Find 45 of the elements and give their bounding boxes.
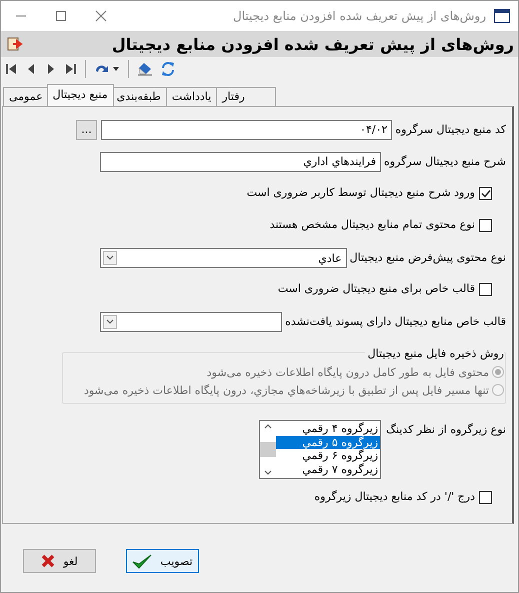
checkbox-label: نوع محتوی تمام منابع دیجیتال مشخص هستند (270, 217, 475, 231)
approve-button[interactable]: تصویب (126, 549, 199, 573)
field-label: نوع زیرگروه از نظر کدینگ (386, 422, 506, 438)
tab[interactable]: عمومی (3, 87, 49, 106)
tab[interactable]: رفتار (216, 87, 276, 106)
field-label: کد منبع دیجیتال سرگروه (395, 122, 506, 136)
radio-label: محتوی فایل به طور کامل درون پایگاه اطلاعات ذخیره می‌شود (206, 366, 489, 378)
maximize-icon[interactable] (55, 10, 67, 22)
field-label: قالب خاص منابع دیجیتال دارای پسوند یافت‌نشده (285, 314, 506, 328)
cancel-button[interactable]: لغو (23, 549, 96, 573)
field-label: شرح منبع دیجیتال سرگروه (384, 154, 506, 168)
list-item[interactable]: زیرگروه ۵ رقمي (276, 436, 380, 449)
header-title: روش‌های از پیش تعریف شده افزودن منابع دیجیتال (112, 34, 514, 54)
checkbox[interactable] (479, 187, 492, 200)
first-record-icon[interactable] (5, 63, 17, 75)
dropdown-field[interactable] (100, 312, 282, 332)
list-box[interactable]: زیرگروه ۴ رقمي زیرگروه ۵ رقمي زیرگروه ۶ رقمي زیرگروه ۷ رقمي (259, 420, 382, 479)
list-item[interactable]: زیرگروه ۷ رقمي (276, 462, 380, 476)
dropdown-field[interactable]: عادي (100, 248, 347, 268)
scroll-down-icon[interactable] (264, 470, 272, 475)
checkbox[interactable] (479, 491, 492, 504)
exit-icon[interactable] (7, 37, 23, 51)
checkbox-label: ورود شرح منبع دیجیتال توسط کاربر ضروری است (246, 185, 475, 199)
group-title: روش ذخیره فایل منبع دیجیتال (364, 347, 504, 360)
browse-button[interactable]: ... (76, 120, 97, 140)
tab[interactable]: منبع دیجیتال (46, 84, 114, 106)
close-icon[interactable] (95, 10, 107, 22)
refresh-icon[interactable] (161, 62, 175, 76)
eraser-icon[interactable] (137, 62, 153, 76)
checkbox[interactable] (479, 219, 492, 232)
checkbox-label: درج '/' در کد منابع دیجیتال زیرگروه (314, 489, 475, 503)
window-icon (494, 9, 510, 23)
check-icon (132, 553, 152, 569)
scroll-up-icon[interactable] (264, 424, 272, 429)
checkbox[interactable] (479, 283, 492, 296)
window-title: روش‌های از پیش تعریف شده افزودن منابع دیجیتال (232, 9, 486, 23)
cross-icon (41, 554, 56, 568)
checkbox-label: قالب خاص برای منبع دیجیتال ضروری است (278, 281, 475, 295)
text-field[interactable]: فرایندهاي اداري (100, 152, 382, 172)
list-item[interactable]: زیرگروه ۶ رقمي (276, 449, 380, 462)
radio-label: تنها مسیر فایل پس از تطبیق با زیرشاخه‌هاي مجازي، درون پایگاه اطلاعات ذخیره می‌شود (84, 384, 489, 396)
list-item[interactable]: زیرگروه ۴ رقمي (276, 422, 380, 436)
field-label: نوع محتوی پیش‌فرض منبع دیجیتال (350, 250, 506, 264)
last-record-icon[interactable] (65, 63, 77, 75)
text-field[interactable]: ۰۴/۰۲ (101, 120, 392, 140)
